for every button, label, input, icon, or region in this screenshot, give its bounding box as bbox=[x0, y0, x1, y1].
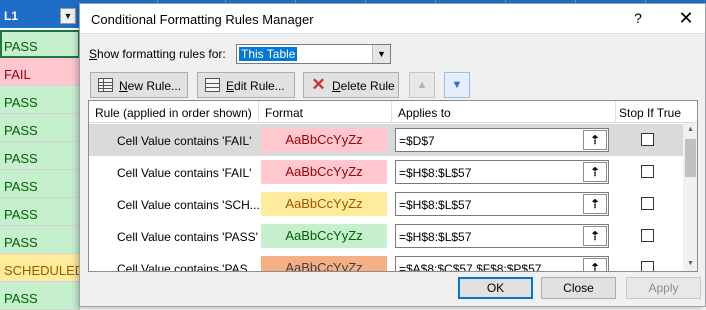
format-preview: AaBbCcYyZz bbox=[261, 160, 387, 184]
ok-button[interactable]: OK bbox=[458, 277, 533, 299]
applies-to-input[interactable]: =$H$8:$L$57 bbox=[395, 192, 609, 216]
format-preview: AaBbCcYyZz bbox=[261, 256, 387, 271]
delete-x-icon: ✕ bbox=[311, 75, 326, 94]
rules-table-header: Rule (applied in order shown) Format App… bbox=[89, 101, 697, 123]
new-rule-icon bbox=[98, 78, 113, 92]
collapse-range-icon[interactable]: ⇡ bbox=[583, 258, 607, 271]
collapse-range-icon[interactable]: ⇡ bbox=[583, 194, 607, 214]
column-header-l1[interactable]: L1 ▼ bbox=[0, 0, 80, 28]
format-preview: AaBbCcYyZz bbox=[261, 224, 387, 248]
close-button[interactable]: Close bbox=[541, 277, 616, 299]
rule-row[interactable]: Cell Value contains 'FAIL' AaBbCcYyZz =$H$… bbox=[89, 156, 683, 188]
chevron-down-icon[interactable]: ▼ bbox=[372, 45, 390, 63]
sheet-cell[interactable]: PASS bbox=[0, 198, 80, 226]
column-stop-if-true: Stop If True bbox=[619, 106, 682, 120]
stop-if-true-checkbox[interactable] bbox=[641, 133, 654, 146]
dialog-titlebar: Conditional Formatting Rules Manager ? ✕ bbox=[80, 4, 705, 34]
edit-rule-button[interactable]: Edit Rule... bbox=[197, 72, 295, 98]
rule-row[interactable]: Cell Value contains 'PASS' AaBbCcYyZz =$H$… bbox=[89, 220, 683, 252]
applies-to-input[interactable]: =$H$8:$L$57 bbox=[395, 160, 609, 184]
rule-row[interactable]: Cell Value contains 'FAIL' AaBbCcYyZz =$D$… bbox=[89, 124, 683, 156]
sheet-cell[interactable]: PASS bbox=[0, 30, 80, 58]
applies-to-input[interactable]: =$H$8:$L$57 bbox=[395, 224, 609, 248]
scroll-up-icon[interactable]: ▲ bbox=[683, 123, 697, 137]
rules-table: Rule (applied in order shown) Format App… bbox=[88, 100, 698, 272]
new-rule-button[interactable]: New Rule... bbox=[90, 72, 188, 98]
move-down-button[interactable]: ▼ bbox=[444, 72, 470, 98]
rule-description: Cell Value contains 'FAIL' bbox=[117, 134, 252, 148]
conditional-formatting-dialog: Conditional Formatting Rules Manager ? ✕… bbox=[79, 3, 706, 307]
rule-row[interactable]: Cell Value contains 'SCH... AaBbCcYyZz =$H… bbox=[89, 188, 683, 220]
sheet-cell[interactable]: PASS bbox=[0, 226, 80, 254]
sheet-cell[interactable]: SCHEDULED- bbox=[0, 254, 80, 282]
move-up-button[interactable]: ▲ bbox=[409, 72, 435, 98]
apply-button[interactable]: Apply bbox=[626, 277, 701, 299]
rule-description: Cell Value contains 'SCH... bbox=[117, 198, 260, 212]
column-rule: Rule (applied in order shown) bbox=[95, 106, 252, 120]
sheet-cell[interactable]: PASS bbox=[0, 142, 80, 170]
rule-description: Cell Value contains 'PAS... bbox=[117, 262, 258, 272]
rule-row[interactable]: Cell Value contains 'PAS... AaBbCcYyZz =$A… bbox=[89, 252, 683, 272]
rule-description: Cell Value contains 'PASS' bbox=[117, 230, 258, 244]
show-rules-label: Show formatting rules for: bbox=[89, 47, 226, 61]
column-applies-to: Applies to bbox=[398, 106, 451, 120]
sheet-cell[interactable]: PASS bbox=[0, 282, 80, 310]
sheet-cell[interactable]: PASS bbox=[0, 170, 80, 198]
collapse-range-icon[interactable]: ⇡ bbox=[583, 162, 607, 182]
scroll-thumb[interactable] bbox=[685, 139, 696, 177]
stop-if-true-checkbox[interactable] bbox=[641, 261, 654, 271]
stop-if-true-checkbox[interactable] bbox=[641, 197, 654, 210]
rule-description: Cell Value contains 'FAIL' bbox=[117, 166, 252, 180]
collapse-range-icon[interactable]: ⇡ bbox=[583, 226, 607, 246]
filter-dropdown-icon[interactable]: ▼ bbox=[60, 8, 76, 24]
delete-rule-button[interactable]: ✕ Delete Rule bbox=[303, 72, 399, 98]
show-rules-dropdown[interactable]: This Table ▼ bbox=[236, 44, 391, 64]
format-preview: AaBbCcYyZz bbox=[261, 192, 387, 216]
close-icon[interactable]: ✕ bbox=[676, 9, 696, 29]
dialog-title: Conditional Formatting Rules Manager bbox=[91, 12, 314, 27]
sheet-cell[interactable]: PASS bbox=[0, 114, 80, 142]
rules-scrollbar[interactable]: ▲ ▼ bbox=[683, 123, 697, 271]
stop-if-true-checkbox[interactable] bbox=[641, 229, 654, 242]
stop-if-true-checkbox[interactable] bbox=[641, 165, 654, 178]
sheet-cell[interactable]: FAIL bbox=[0, 58, 80, 86]
show-rules-value: This Table bbox=[239, 47, 298, 61]
applies-to-input[interactable]: =$D$7 bbox=[395, 128, 609, 152]
applies-to-input[interactable]: =$A$8:$C$57,$F$8:$P$57 bbox=[395, 256, 609, 271]
edit-rule-icon bbox=[205, 78, 220, 92]
format-preview: AaBbCcYyZz bbox=[261, 128, 387, 152]
help-icon[interactable]: ? bbox=[628, 10, 648, 28]
column-header-label: L1 bbox=[4, 9, 19, 23]
scroll-down-icon[interactable]: ▼ bbox=[683, 257, 697, 271]
column-format: Format bbox=[265, 106, 304, 120]
collapse-range-icon[interactable]: ⇡ bbox=[583, 130, 607, 150]
sheet-cell[interactable]: PASS bbox=[0, 86, 80, 114]
